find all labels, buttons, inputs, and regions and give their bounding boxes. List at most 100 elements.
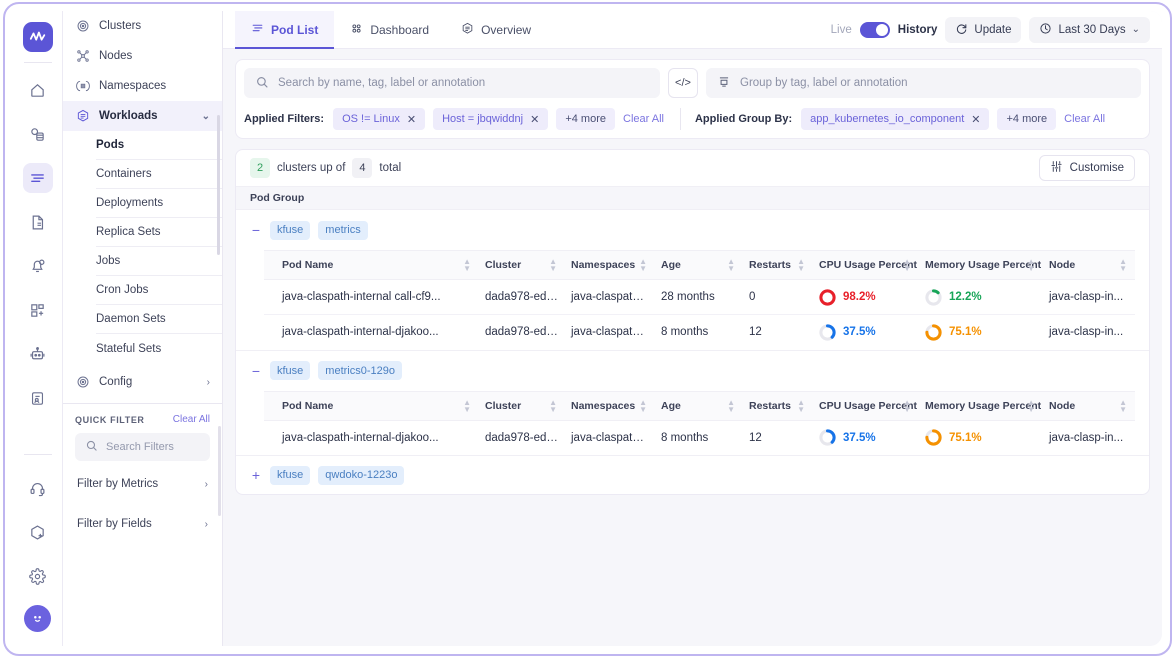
- col-age[interactable]: Age ▲ ▼: [655, 390, 743, 421]
- sort-icon[interactable]: ▲ ▼: [549, 258, 557, 273]
- table-row[interactable]: java-claspath-internal-djakoo... dada978…: [264, 315, 1135, 350]
- main-area: Pod List Dashboard Overview Live History: [223, 11, 1162, 646]
- sort-icon[interactable]: ▲ ▼: [549, 398, 557, 413]
- close-icon[interactable]: ✕: [971, 113, 980, 126]
- filter-chip[interactable]: Host = jbqwiddnj ✕: [433, 108, 549, 130]
- group-tag: qwdoko-1223o: [318, 465, 405, 485]
- live-history-toggle[interactable]: [859, 21, 890, 38]
- sort-icon[interactable]: ▲ ▼: [727, 258, 735, 273]
- logo-mark[interactable]: [22, 22, 53, 52]
- sort-icon[interactable]: ▲ ▼: [463, 398, 471, 413]
- sidebar-item-deployments[interactable]: Deployments: [96, 189, 222, 218]
- add-integration-icon[interactable]: [23, 517, 53, 547]
- group-by-input[interactable]: Group by tag, label or annotation: [706, 68, 1141, 98]
- sidebar-item-cron-jobs[interactable]: Cron Jobs: [96, 276, 222, 305]
- sidebar-item-jobs[interactable]: Jobs: [96, 247, 222, 276]
- filters-clear-all[interactable]: Clear All: [623, 113, 664, 125]
- sidebar-item-config[interactable]: Config ›: [63, 367, 222, 397]
- col-cpu-usage[interactable]: CPU Usage Percent ▲ ▼: [813, 250, 919, 280]
- home-icon[interactable]: [23, 75, 53, 105]
- sidebar-scrollbar[interactable]: [217, 115, 220, 255]
- col-cluster[interactable]: Cluster ▲ ▼: [479, 390, 565, 421]
- col-cpu-usage[interactable]: CPU Usage Percent ▲ ▼: [813, 390, 919, 421]
- col-pod-name[interactable]: Pod Name ▲ ▼: [264, 390, 479, 421]
- sort-icon[interactable]: ▲ ▼: [639, 398, 647, 413]
- update-button[interactable]: Update: [945, 16, 1022, 43]
- sidebar-nav: Clusters Nodes Namespaces Workloads ⌄ Po…: [63, 11, 222, 397]
- sort-icon[interactable]: ▲ ▼: [727, 398, 735, 413]
- user-avatar[interactable]: [24, 605, 51, 632]
- collapse-icon[interactable]: −: [250, 223, 262, 237]
- support-icon[interactable]: [23, 473, 53, 503]
- sidebar-scrollbar-lower[interactable]: [218, 426, 221, 516]
- search-input[interactable]: Search by name, tag, label or annotation: [244, 68, 660, 98]
- col-pod-name[interactable]: Pod Name ▲ ▼: [264, 250, 479, 280]
- sidebar-item-workloads[interactable]: Workloads ⌄: [63, 101, 222, 131]
- sidebar-item-stateful-sets[interactable]: Stateful Sets: [96, 334, 222, 363]
- col-node[interactable]: Node ▲ ▼: [1043, 390, 1135, 421]
- col-restarts[interactable]: Restarts ▲ ▼: [743, 250, 813, 280]
- sidebar-item-pods[interactable]: Pods: [96, 131, 222, 160]
- filter-by-metrics[interactable]: Filter by Metrics ›: [75, 467, 210, 501]
- sort-icon[interactable]: ▲ ▼: [1119, 258, 1127, 273]
- sidebar-item-label: Nodes: [99, 50, 133, 62]
- col-cluster[interactable]: Cluster ▲ ▼: [479, 250, 565, 280]
- sidebar-item-daemon-sets[interactable]: Daemon Sets: [96, 305, 222, 334]
- sort-icon[interactable]: ▲ ▼: [1119, 398, 1127, 413]
- alerts-icon[interactable]: [23, 251, 53, 281]
- bot-icon[interactable]: [23, 339, 53, 369]
- sidebar-item-nodes[interactable]: Nodes: [63, 41, 222, 71]
- group-by-chip[interactable]: app_kubernetes_io_component ✕: [801, 108, 990, 130]
- sidebar-item-namespaces[interactable]: Namespaces: [63, 71, 222, 101]
- pod-group-header[interactable]: + kfuse qwdoko-1223o: [236, 456, 1149, 494]
- close-icon[interactable]: ✕: [407, 113, 416, 126]
- filter-chip[interactable]: OS != Linux ✕: [333, 108, 426, 130]
- quick-filter-clear-all[interactable]: Clear All: [173, 414, 210, 425]
- col-namespaces[interactable]: Namespaces ▲ ▼: [565, 250, 655, 280]
- group-by-more-chip[interactable]: +4 more: [997, 108, 1057, 130]
- pod-group-header[interactable]: − kfuse metrics: [236, 210, 1149, 250]
- group-by-clear-all[interactable]: Clear All: [1064, 113, 1105, 125]
- close-icon[interactable]: ✕: [530, 113, 539, 126]
- sort-icon[interactable]: ▲ ▼: [903, 398, 911, 413]
- sidebar-item-containers[interactable]: Containers: [96, 160, 222, 189]
- services-icon[interactable]: [23, 119, 53, 149]
- col-memory-usage[interactable]: Memory Usage Percent ▲ ▼: [919, 250, 1043, 280]
- document-icon[interactable]: [23, 207, 53, 237]
- col-node[interactable]: Node ▲ ▼: [1043, 250, 1135, 280]
- col-memory-usage[interactable]: Memory Usage Percent ▲ ▼: [919, 390, 1043, 421]
- customise-button[interactable]: Customise: [1038, 155, 1135, 181]
- sidebar-item-replica-sets[interactable]: Replica Sets: [96, 218, 222, 247]
- tab-dashboard[interactable]: Dashboard: [334, 11, 445, 48]
- col-label: Pod Name: [282, 399, 334, 412]
- sort-icon[interactable]: ▲ ▼: [1027, 258, 1035, 273]
- code-query-button[interactable]: </>: [668, 68, 698, 98]
- pod-group-header[interactable]: − kfuse metrics0-129o: [236, 351, 1149, 391]
- table-row[interactable]: java-claspath-internal call-cf9... dada9…: [264, 279, 1135, 315]
- col-restarts[interactable]: Restarts ▲ ▼: [743, 390, 813, 421]
- sort-icon[interactable]: ▲ ▼: [639, 258, 647, 273]
- sidebar-item-clusters[interactable]: Clusters: [63, 11, 222, 41]
- logs-icon[interactable]: [22, 163, 53, 193]
- report-icon[interactable]: [23, 383, 53, 413]
- sort-icon[interactable]: ▲ ▼: [463, 258, 471, 273]
- settings-icon[interactable]: [23, 561, 53, 591]
- tab-overview[interactable]: Overview: [445, 11, 547, 48]
- cell-cpu: 37.5%: [813, 315, 919, 350]
- sort-icon[interactable]: ▲ ▼: [903, 258, 911, 273]
- add-dashboard-icon[interactable]: [23, 295, 53, 325]
- sliders-icon: [1050, 160, 1063, 176]
- tab-pod-list[interactable]: Pod List: [235, 11, 335, 49]
- filters-more-chip[interactable]: +4 more: [556, 108, 615, 130]
- search-filters-input[interactable]: Search Filters: [75, 433, 210, 461]
- col-namespaces[interactable]: Namespaces ▲ ▼: [565, 390, 655, 421]
- collapse-icon[interactable]: −: [250, 364, 262, 378]
- filter-by-fields[interactable]: Filter by Fields ›: [75, 507, 210, 541]
- table-row[interactable]: java-claspath-internal-djakoo... dada978…: [264, 420, 1135, 455]
- sort-icon[interactable]: ▲ ▼: [797, 398, 805, 413]
- time-range-picker[interactable]: Last 30 Days ⌄: [1029, 16, 1150, 43]
- expand-icon[interactable]: +: [250, 468, 262, 482]
- sort-icon[interactable]: ▲ ▼: [1027, 398, 1035, 413]
- sort-icon[interactable]: ▲ ▼: [797, 258, 805, 273]
- col-age[interactable]: Age ▲ ▼: [655, 250, 743, 280]
